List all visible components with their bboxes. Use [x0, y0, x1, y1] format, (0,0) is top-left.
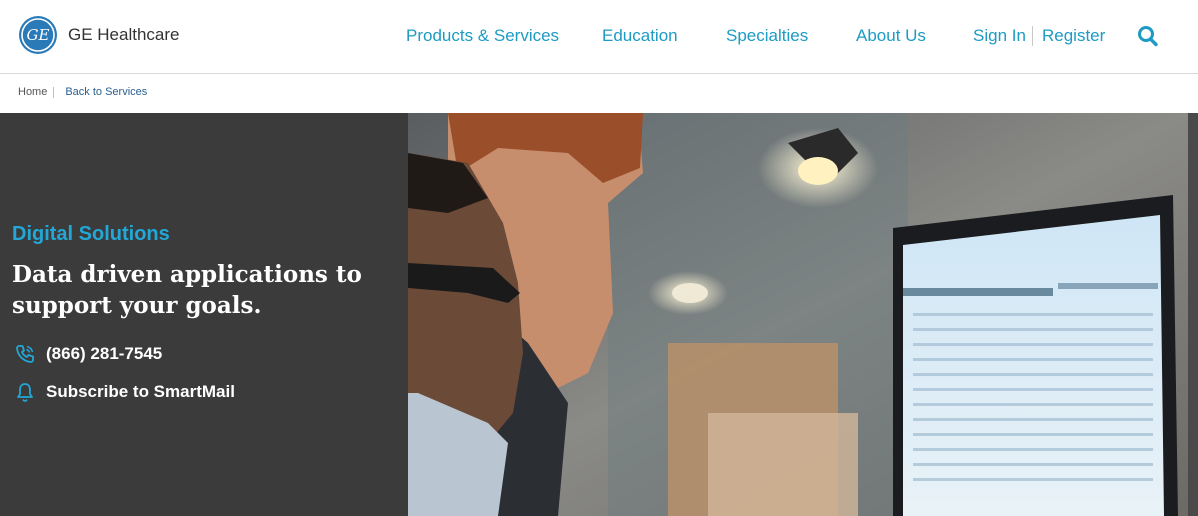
hero-eyebrow: Digital Solutions: [12, 223, 170, 245]
hero-banner: Digital Solutions Data driven applicatio…: [0, 113, 1198, 516]
breadcrumb-back-link[interactable]: Back to Services: [65, 86, 147, 98]
hero-text-panel: Digital Solutions Data driven applicatio…: [0, 113, 408, 516]
phone-number: (866) 281-7545: [46, 344, 163, 363]
main-nav: Products & Services Education Specialtie…: [0, 24, 1198, 48]
breadcrumb-divider: [53, 86, 55, 98]
nav-about-us[interactable]: About Us: [856, 24, 926, 48]
phone-icon: [16, 345, 34, 363]
nav-products-services[interactable]: Products & Services: [406, 24, 559, 48]
site-header: GE GE Healthcare Products & Services Edu…: [0, 0, 1198, 74]
subscribe-link[interactable]: Subscribe to SmartMail: [14, 381, 235, 403]
phone-link[interactable]: (866) 281-7545: [14, 343, 162, 365]
search-icon[interactable]: [1137, 24, 1159, 48]
nav-education[interactable]: Education: [602, 24, 678, 48]
nav-divider: [1032, 26, 1033, 46]
breadcrumb: Home Back to Services: [18, 86, 147, 98]
breadcrumb-home[interactable]: Home: [18, 86, 47, 98]
sign-in-link[interactable]: Sign In: [973, 24, 1026, 48]
subscribe-label: Subscribe to SmartMail: [46, 382, 235, 401]
register-link[interactable]: Register: [1042, 24, 1105, 48]
nav-specialties[interactable]: Specialties: [726, 24, 808, 48]
hero-image: [408, 113, 1188, 516]
hero-headline: Data driven applications to support your…: [12, 261, 362, 319]
scrollbar[interactable]: [1188, 113, 1198, 516]
bell-icon: [17, 383, 33, 402]
